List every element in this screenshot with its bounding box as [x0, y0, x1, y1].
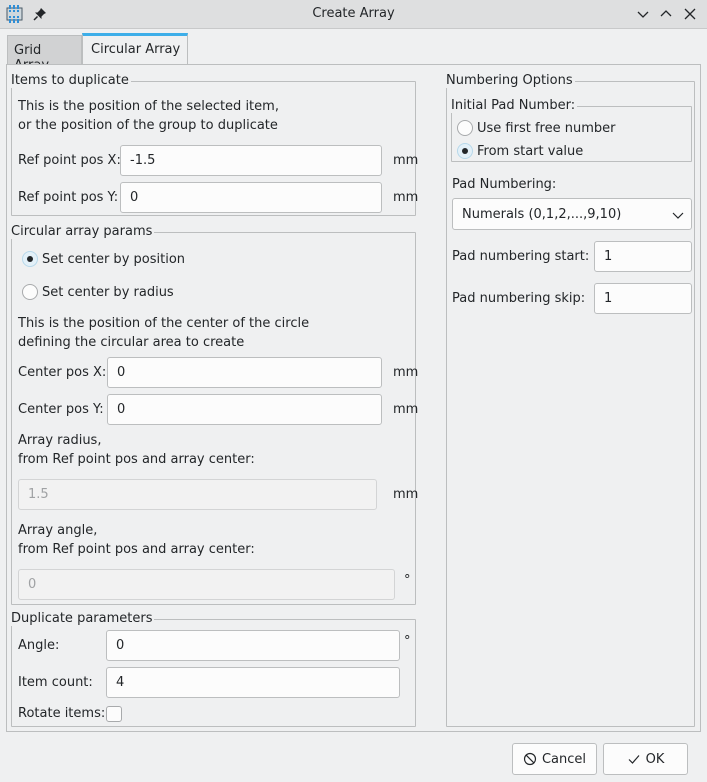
numbering-options-group: Numbering Options [446, 74, 695, 727]
center-y-unit: mm [393, 402, 419, 417]
pad-numbering-label: Pad Numbering: [452, 177, 557, 192]
help-text: or the position of the group to duplicat… [18, 118, 278, 133]
tab-grid-array[interactable]: Grid Array [7, 35, 82, 73]
center-by-radius-radio[interactable] [22, 284, 38, 300]
center-y-input[interactable]: 0 [107, 394, 382, 425]
angle-label: Angle: [18, 638, 60, 653]
help-text: defining the circular area to create [18, 335, 245, 350]
tab-panel: Items to duplicate This is the position … [6, 64, 701, 732]
item-count-input[interactable]: 4 [106, 667, 400, 698]
radius-input: 1.5 [18, 479, 377, 510]
from-start-value-label[interactable]: From start value [477, 144, 583, 159]
help-text: This is the position of the center of th… [18, 316, 310, 331]
array-angle-unit: ° [404, 573, 411, 588]
group-title: Initial Pad Number: [451, 98, 576, 113]
ok-button[interactable]: OK [603, 743, 688, 775]
minimize-icon[interactable] [635, 6, 651, 22]
cancel-label: Cancel [541, 751, 587, 767]
center-x-unit: mm [393, 365, 419, 380]
group-title: Circular array params [11, 224, 153, 239]
center-by-position-label[interactable]: Set center by position [42, 252, 185, 267]
pad-start-input[interactable]: 1 [594, 241, 692, 272]
group-title: Numbering Options [446, 73, 573, 88]
radius-label-2: from Ref point pos and array center: [18, 452, 255, 467]
angle-unit: ° [404, 634, 411, 649]
ref-x-input[interactable]: -1.5 [120, 145, 382, 176]
array-angle-label-2: from Ref point pos and array center: [18, 542, 255, 557]
ref-x-unit: mm [393, 153, 419, 168]
from-start-value-radio[interactable] [457, 143, 473, 159]
ref-y-input[interactable]: 0 [120, 182, 382, 213]
ref-y-unit: mm [393, 190, 419, 205]
check-icon [628, 755, 640, 764]
array-angle-input: 0 [18, 569, 395, 600]
title-bar: Create Array [0, 0, 707, 29]
center-by-position-radio[interactable] [22, 251, 38, 267]
tab-circular-array[interactable]: Circular Array [82, 33, 188, 65]
ref-y-label: Ref point pos Y: [18, 190, 119, 205]
pad-numbering-value: Numerals (0,1,2,...,9,10) [462, 207, 622, 222]
pad-numbering-select[interactable]: Numerals (0,1,2,...,9,10) [452, 198, 692, 230]
pad-start-label: Pad numbering start: [452, 249, 590, 264]
window-title: Create Array [312, 6, 395, 21]
center-x-input[interactable]: 0 [107, 357, 382, 388]
maximize-icon[interactable] [658, 6, 674, 22]
angle-input[interactable]: 0 [106, 630, 400, 661]
cancel-icon [523, 752, 537, 766]
cancel-button[interactable]: Cancel [512, 743, 597, 775]
item-count-label: Item count: [18, 675, 93, 690]
rotate-items-label: Rotate items: [18, 706, 106, 721]
group-title: Items to duplicate [11, 73, 129, 88]
help-text: This is the position of the selected ite… [18, 99, 279, 114]
use-first-free-radio[interactable] [457, 120, 473, 136]
pad-skip-label: Pad numbering skip: [452, 291, 586, 306]
use-first-free-label[interactable]: Use first free number [477, 121, 615, 136]
ok-label: OK [645, 751, 665, 767]
rotate-items-checkbox[interactable] [106, 706, 122, 722]
radius-label: Array radius, [18, 433, 102, 448]
ref-x-label: Ref point pos X: [18, 153, 121, 168]
center-by-radius-label[interactable]: Set center by radius [42, 285, 174, 300]
chevron-down-icon [672, 212, 684, 219]
pad-skip-input[interactable]: 1 [594, 283, 692, 314]
array-angle-label: Array angle, [18, 523, 98, 538]
center-y-label: Center pos Y: [18, 402, 104, 417]
close-icon[interactable] [682, 6, 698, 22]
radius-unit: mm [393, 487, 419, 502]
center-x-label: Center pos X: [18, 365, 107, 380]
group-title: Duplicate parameters [11, 611, 153, 626]
